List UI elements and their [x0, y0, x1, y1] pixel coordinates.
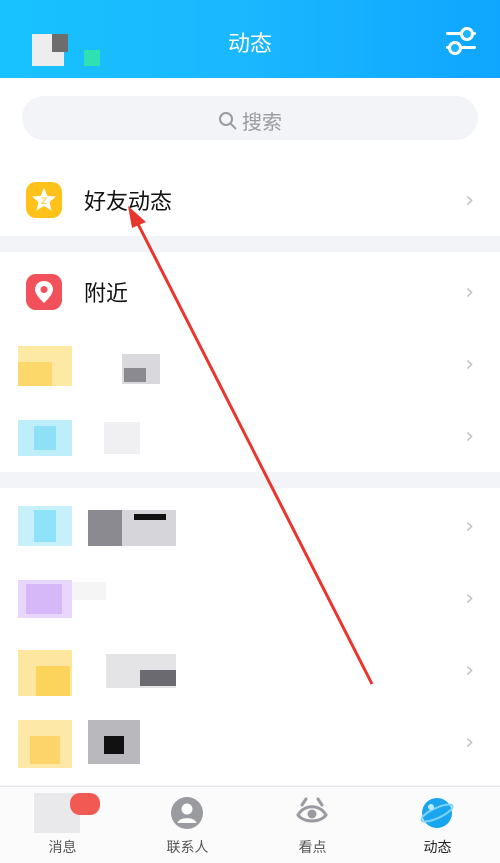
chevron-right-icon: ›: [465, 658, 474, 683]
chevron-right-icon: ›: [465, 352, 474, 377]
tab-messages[interactable]: 消息: [0, 787, 125, 863]
blurred-text: [88, 510, 122, 546]
blurred-icon: [34, 510, 56, 542]
feed-list: 搜索 Z 好友动态 › 附近 › › › › › › ›: [0, 78, 500, 785]
unread-badge: [70, 793, 100, 815]
blurred-text: [124, 368, 146, 382]
row-blurred[interactable]: ›: [0, 400, 500, 472]
section-divider: [0, 472, 500, 488]
row-nearby[interactable]: 附近 ›: [0, 256, 500, 328]
blurred-text: [140, 670, 176, 686]
tab-kandian[interactable]: 看点: [250, 787, 375, 863]
contacts-person-icon: [171, 797, 203, 829]
chevron-right-icon: ›: [465, 188, 474, 213]
chevron-right-icon: ›: [465, 514, 474, 539]
search-bar[interactable]: 搜索: [22, 96, 478, 140]
blurred-icon: [26, 584, 62, 614]
row-blurred[interactable]: ›: [0, 490, 500, 562]
chevron-right-icon: ›: [465, 424, 474, 449]
tab-label: 看点: [298, 840, 327, 856]
tab-dynamic[interactable]: 动态: [375, 787, 500, 863]
chevron-right-icon: ›: [465, 586, 474, 611]
row-blurred[interactable]: ›: [0, 706, 500, 778]
eye-icon: [296, 797, 328, 823]
blurred-text: [72, 582, 106, 600]
blurred-icon: [18, 362, 52, 386]
search-placeholder: 搜索: [242, 110, 282, 134]
friend-star-icon: Z: [26, 182, 62, 218]
blurred-text: [104, 736, 124, 754]
search-icon: [219, 112, 237, 130]
row-label: 附近: [84, 282, 129, 307]
tab-label: 动态: [423, 840, 452, 856]
tab-label: 联系人: [166, 840, 209, 856]
blurred-icon: [34, 426, 56, 450]
svg-text:Z: Z: [41, 197, 47, 207]
tab-contacts[interactable]: 联系人: [125, 787, 250, 863]
blurred-text: [104, 422, 140, 454]
bottom-tab-bar: 消息 联系人 看点 动态: [0, 786, 500, 863]
chevron-right-icon: ›: [465, 730, 474, 755]
row-friend-feed[interactable]: Z 好友动态 ›: [0, 164, 500, 236]
planet-icon: [420, 798, 454, 828]
page-title: 动态: [227, 32, 272, 57]
settings-sliders-icon[interactable]: [446, 27, 476, 56]
row-blurred[interactable]: ›: [0, 328, 500, 400]
blurred-text: [134, 514, 166, 520]
top-bar: 动态: [0, 0, 500, 78]
row-blurred[interactable]: ›: [0, 562, 500, 634]
blurred-icon: [36, 666, 70, 696]
tab-label: 消息: [48, 840, 77, 856]
section-divider: [0, 236, 500, 252]
blurred-icon: [30, 736, 60, 764]
row-blurred[interactable]: ›: [0, 634, 500, 706]
row-label: 好友动态: [84, 190, 173, 215]
location-pin-icon: [26, 274, 62, 310]
chevron-right-icon: ›: [465, 280, 474, 305]
